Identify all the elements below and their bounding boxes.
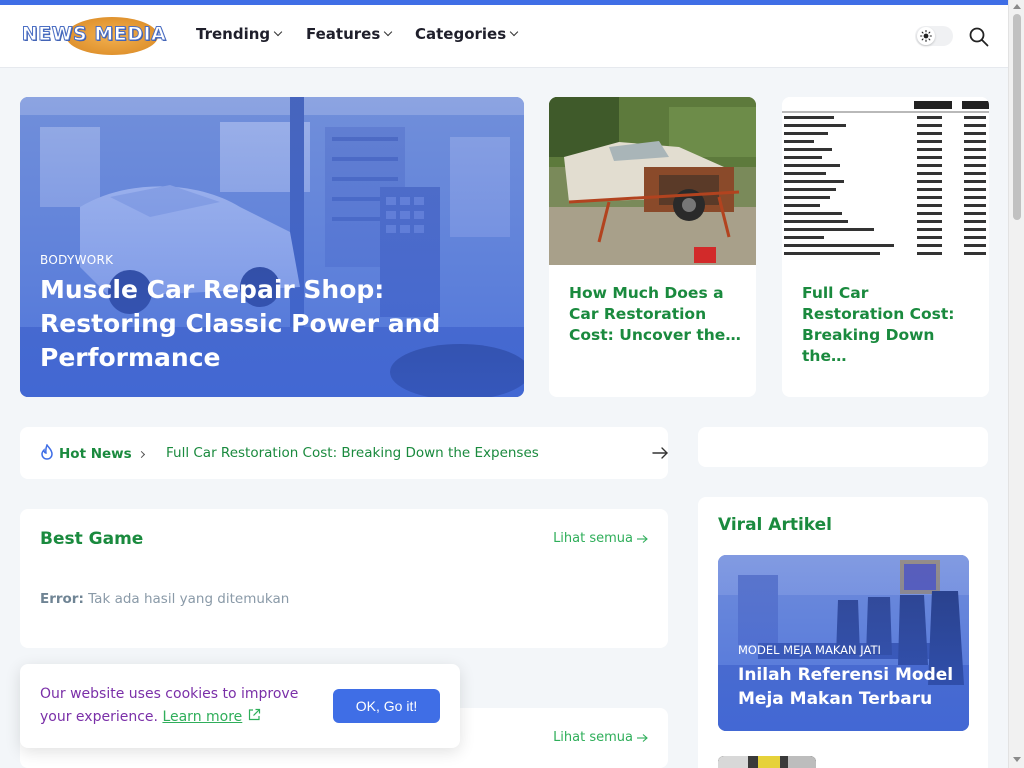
hot-news-headline[interactable]: Full Car Restoration Cost: Breaking Down… — [166, 445, 539, 461]
learn-more-link[interactable]: Learn more — [162, 709, 242, 725]
arrow-right-icon — [637, 733, 648, 742]
arrow-right-icon[interactable] — [651, 444, 669, 462]
cookie-consent-banner: Our website uses cookies to improve your… — [20, 664, 460, 748]
site-logo[interactable]: NEWS MEDIA — [18, 15, 170, 55]
featured-article-title[interactable]: Muscle Car Repair Shop: Restoring Classi… — [40, 273, 460, 375]
arrow-right-icon — [637, 534, 648, 543]
learn-more-label: Learn more — [162, 709, 243, 725]
best-game-section: Best Game Lihat semua Error: Tak ada has… — [20, 509, 668, 648]
chevron-right-icon — [137, 450, 145, 458]
viral-articles-widget: Viral Artikel MODEL MEJA MAKAN JATI Inil… — [698, 497, 988, 768]
hot-news-label: Hot News — [40, 443, 145, 464]
scroll-down-arrow-icon[interactable] — [1013, 757, 1021, 762]
hot-news-ticker: Hot News Full Car Restoration Cost: Brea… — [20, 427, 668, 479]
sun-icon — [917, 27, 935, 45]
widget-title: Viral Artikel — [718, 515, 832, 535]
see-all-label: Lihat semua — [553, 730, 633, 745]
nav-features-label: Features — [306, 25, 381, 43]
article-card[interactable]: Full Car Restoration Cost: Breaking Down… — [782, 97, 989, 397]
article-card[interactable]: How Much Does a Car Restoration Cost: Un… — [549, 97, 756, 397]
see-all-link[interactable]: Lihat semua — [553, 531, 648, 546]
article-card-image — [782, 97, 989, 265]
chevron-down-icon — [509, 27, 519, 36]
viral-featured-title[interactable]: Inilah Referensi Model Meja Makan Terbar… — [738, 663, 958, 711]
search-icon[interactable] — [968, 26, 990, 48]
section-title: Best Game — [40, 529, 144, 549]
nav-categories[interactable]: Categories — [415, 25, 519, 43]
chevron-down-icon — [273, 27, 283, 36]
scroll-up-arrow-icon[interactable] — [1013, 4, 1021, 9]
article-card-title[interactable]: How Much Does a Car Restoration Cost: Un… — [569, 283, 741, 346]
featured-article-category[interactable]: BODYWORK — [40, 253, 113, 267]
error-text: Tak ada hasil yang ditemukan — [88, 591, 290, 607]
theme-toggle[interactable] — [915, 26, 953, 46]
nav-categories-label: Categories — [415, 25, 507, 43]
see-all-label: Lihat semua — [553, 531, 633, 546]
external-link-icon[interactable] — [247, 708, 261, 722]
chevron-down-icon — [384, 27, 393, 36]
site-header: NEWS MEDIA Trending Features Categories — [0, 5, 1008, 68]
featured-article[interactable]: BODYWORK Muscle Car Repair Shop: Restori… — [20, 97, 524, 397]
error-message: Error: Tak ada hasil yang ditemukan — [40, 591, 289, 607]
viral-featured-category[interactable]: MODEL MEJA MAKAN JATI — [738, 643, 881, 657]
article-card-image — [549, 97, 756, 265]
article-card-title[interactable]: Full Car Restoration Cost: Breaking Down… — [802, 283, 974, 367]
error-label: Error: — [40, 591, 84, 607]
cookie-message: Our website uses cookies to improve your… — [40, 683, 315, 729]
sidebar-widget — [698, 427, 988, 467]
viral-featured-article[interactable]: MODEL MEJA MAKAN JATI Inilah Referensi M… — [718, 555, 969, 731]
page-scrollbar[interactable] — [1008, 0, 1024, 768]
nav-features[interactable]: Features — [306, 25, 393, 43]
flame-icon — [40, 443, 54, 464]
nav-trending[interactable]: Trending — [196, 25, 283, 43]
see-all-link[interactable]: Lihat semua — [553, 730, 648, 745]
viral-item-thumbnail[interactable] — [718, 756, 816, 768]
accept-cookies-button[interactable]: OK, Go it! — [333, 689, 440, 723]
logo-text: NEWS MEDIA — [21, 23, 167, 46]
scrollbar-thumb[interactable] — [1013, 14, 1021, 220]
nav-trending-label: Trending — [196, 25, 271, 43]
hot-news-label-text: Hot News — [59, 446, 132, 462]
